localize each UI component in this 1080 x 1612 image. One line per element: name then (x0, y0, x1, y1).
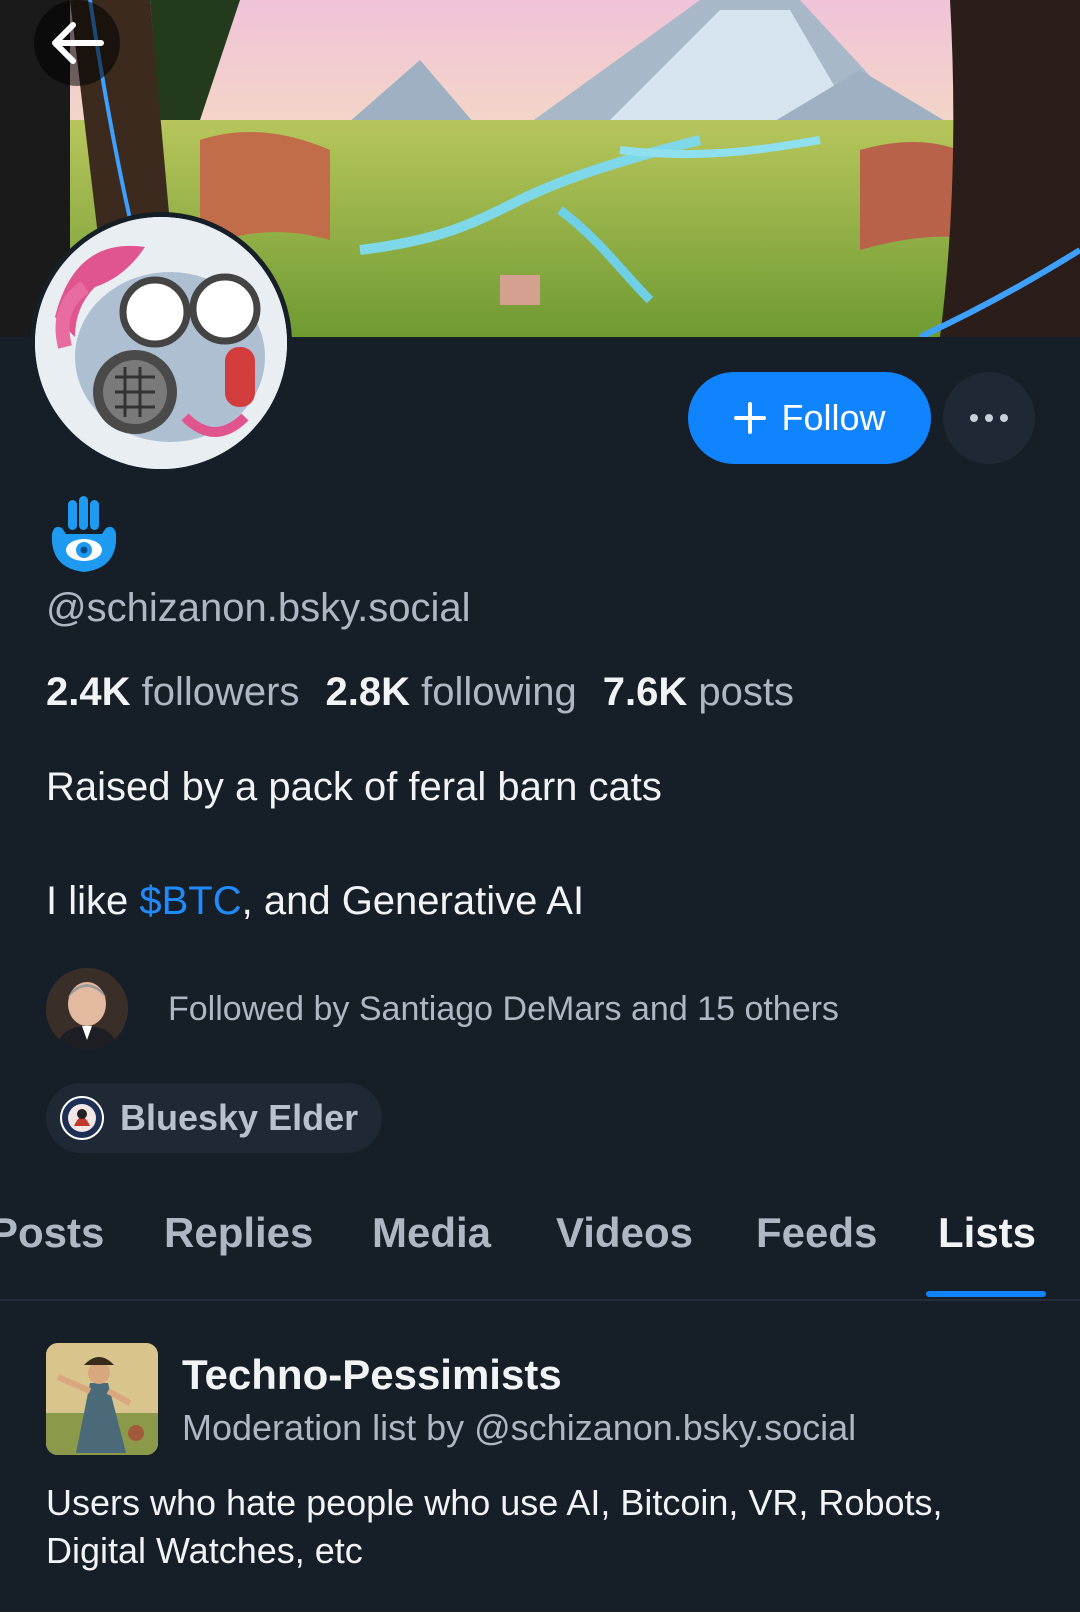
posts-stat: 7.6K posts (603, 670, 794, 715)
list-description: Users who hate people who use AI, Bitcoi… (46, 1482, 943, 1571)
more-options-button[interactable] (943, 372, 1035, 464)
following-count: 2.8K (325, 670, 410, 714)
known-followers-text: Followed by Santiago DeMars and 15 other… (168, 989, 839, 1028)
following-label: following (421, 670, 577, 714)
followers-label: followers (141, 670, 300, 714)
back-button[interactable] (34, 0, 120, 86)
known-follower-avatar (46, 968, 128, 1050)
tab-lists[interactable]: Lists (938, 1209, 1036, 1257)
arrow-left-icon (52, 22, 104, 64)
tab-replies[interactable]: Replies (164, 1209, 313, 1257)
followers-stat[interactable]: 2.4K followers (46, 670, 299, 715)
avatar-image (46, 968, 128, 1050)
profile-avatar[interactable] (30, 212, 292, 474)
known-followers[interactable]: Followed by Santiago DeMars and 15 other… (46, 968, 839, 1050)
bio-line-1: Raised by a pack of feral barn cats (46, 765, 662, 809)
tab-media[interactable]: Media (372, 1209, 491, 1257)
profile-tabs: Posts Replies Media Videos Feeds Lists (0, 1195, 1080, 1301)
posts-count: 7.6K (602, 670, 688, 714)
follow-button[interactable]: Follow (688, 372, 931, 464)
posts-label: posts (698, 670, 794, 714)
profile-handle: @schizanon.bsky.social (46, 586, 471, 630)
list-title: Techno-Pessimists (182, 1351, 562, 1398)
list-avatar (46, 1343, 158, 1455)
tab-feeds[interactable]: Feeds (756, 1209, 877, 1257)
plus-icon (734, 402, 767, 434)
following-stat[interactable]: 2.8K following (325, 670, 576, 715)
follow-button-label: Follow (781, 397, 886, 438)
hamsa-hand-icon (51, 496, 117, 572)
profile-badge[interactable]: Bluesky Elder (46, 1083, 383, 1153)
display-name (46, 494, 122, 574)
tab-posts[interactable]: Posts (0, 1209, 104, 1257)
followers-count: 2.4K (46, 670, 131, 714)
badge-label: Bluesky Elder (120, 1097, 359, 1138)
list-item[interactable]: Techno-Pessimists Moderation list by @sc… (0, 1303, 1080, 1612)
profile-stats: 2.4K followers 2.8K following 7.6K posts (46, 670, 794, 715)
badge-image (60, 1096, 104, 1140)
ellipsis-icon (970, 414, 1008, 422)
bio-text: I like (46, 879, 140, 923)
badge-icon (60, 1096, 104, 1140)
list-subtitle: Moderation list by @schizanon.bsky.socia… (182, 1407, 857, 1448)
active-tab-indicator (926, 1291, 1046, 1297)
tab-videos[interactable]: Videos (556, 1209, 693, 1257)
bio-text: , and Generative AI (241, 879, 585, 923)
list-avatar-image (46, 1343, 158, 1455)
bio-line-2: I like $BTC, and Generative AI (46, 879, 584, 924)
avatar-image (35, 217, 287, 469)
cashtag-link[interactable]: $BTC (139, 879, 241, 923)
